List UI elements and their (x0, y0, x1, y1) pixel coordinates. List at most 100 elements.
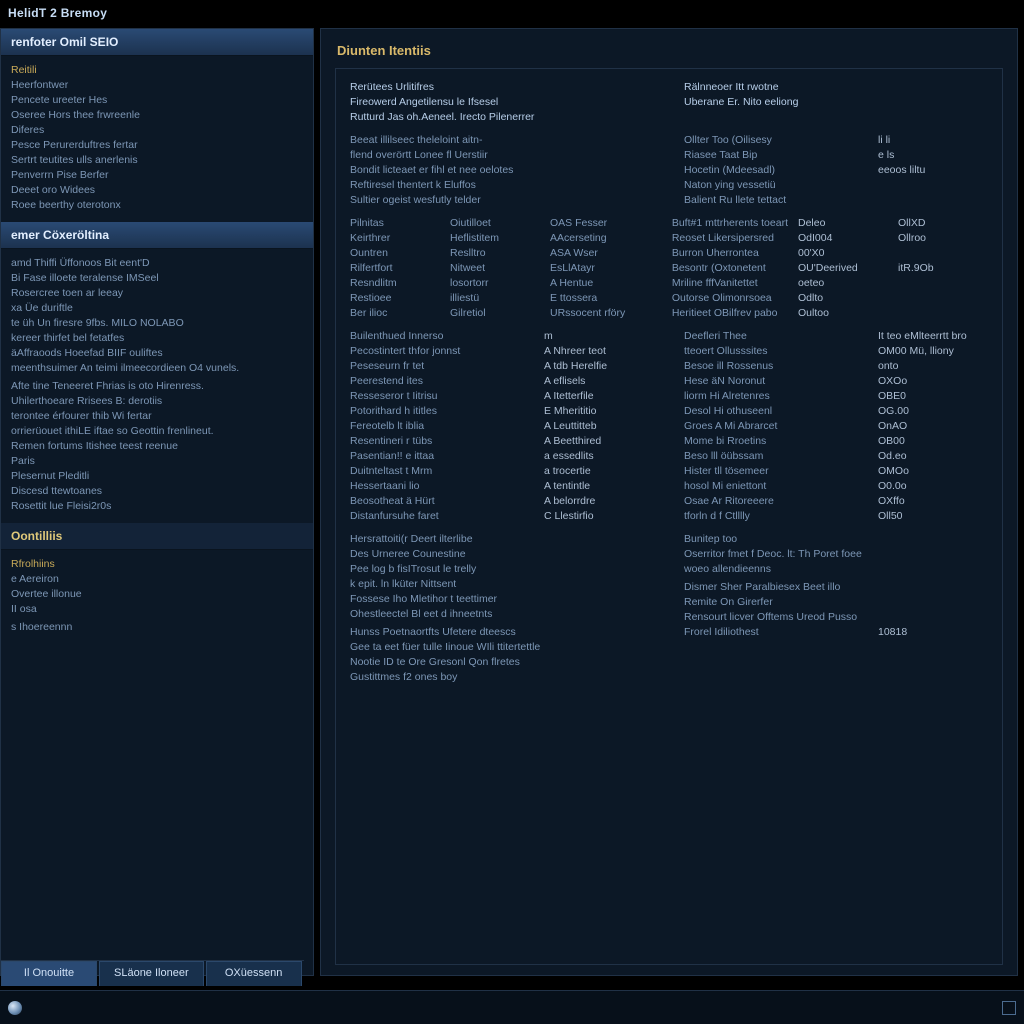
kv-row: Beosotheat ä HürtA belorrdre (350, 493, 654, 508)
sidebar-item[interactable]: Penverrn Pise Berfer (11, 167, 303, 182)
kv-row: Resseseror t IitrisuA Itetterfile (350, 388, 654, 403)
sidebar-item[interactable]: Roee beerthy oterotonx (11, 197, 303, 212)
kv-row: Besoe ill Rossenusonto (684, 358, 988, 373)
info-line: Hunss Poetnaortfts Ufetere dteescs (350, 624, 654, 639)
kv-row: Oserritor fmet f Deoc. lt: Th Poret foee (684, 546, 988, 561)
kv-row: Burron Uherrontea00'X0 (672, 245, 988, 260)
sidebar-item[interactable]: II osa (11, 601, 303, 616)
kv-row: Peerestend itesA eflisels (350, 373, 654, 388)
kv-row: Dismer Sher Paralbiesex Beet illo (684, 579, 988, 594)
sidebar-item[interactable]: Deeet oro Widees (11, 182, 303, 197)
status-orb-icon (8, 1001, 22, 1015)
table-row: ResndlitmlosortorrA Hentue (350, 275, 642, 290)
sidebar-item[interactable]: terontee érfourer thib Wi fertar (11, 408, 303, 423)
kv-row: Duitnteltast t Mrma trocertie (350, 463, 654, 478)
info-line: Gustittmes f2 ones boy (350, 669, 654, 684)
status-bar (0, 990, 1024, 1024)
table-row: RestioeeilliestüE ttossera (350, 290, 642, 305)
sidebar-item[interactable]: Oseree Hors thee frwreenle (11, 107, 303, 122)
kv-row: Heritieet OBilfrev paboOultoo (672, 305, 988, 320)
kv-row: Beso lll öübssamOd.eo (684, 448, 988, 463)
kv-row: Hese äN NoronutOXOo (684, 373, 988, 388)
info-line: Nootie ID te Ore Gresonl Qon flretes (350, 654, 654, 669)
table-row: OuntrenReslltroASA Wser (350, 245, 642, 260)
main-panel: Diunten Itentiis Rerütees UrlitifresFire… (320, 28, 1018, 976)
tab-b[interactable]: SLäone Iloneer (99, 961, 204, 986)
info-line: Fireowerd Angetilensu le Ifsesel (350, 94, 654, 109)
kv-row: Hocetin (Mdeesadl)eeoos liltu (684, 162, 988, 177)
tab-a[interactable]: Il Onouitte (1, 961, 97, 986)
sidebar-item[interactable]: Paris (11, 453, 303, 468)
kv-row: Peseseurn fr tetA tdb Herelfie (350, 358, 654, 373)
sidebar-item[interactable]: kereer thirfet bel fetatfes (11, 330, 303, 345)
kv-row: Distanfursuhe faretC Llestirfio (350, 508, 654, 523)
kv-row: tforln d f CtllllyOll50 (684, 508, 988, 523)
kv-row: hosol Mi eniettontO0.0o (684, 478, 988, 493)
info-line: k epit. ln lküter Nittsent (350, 576, 654, 591)
kv-row: Outorse OlimonrsoeaOdlto (672, 290, 988, 305)
kv-row: Frorel Idiliothest10818 (684, 624, 988, 639)
sidebar-item[interactable]: Uhilerthoeare Rrisees B: derotiis (11, 393, 303, 408)
info-line: Gee ta eet füer tulle Iinoue WIli ttiter… (350, 639, 654, 654)
sidebar-item[interactable]: Heerfontwer (11, 77, 303, 92)
info-line: Ohestleectel Bl eet d ihneetnts (350, 606, 654, 621)
sidebar-item[interactable]: Rfrolhiins (11, 556, 303, 571)
bottom-tabs: Il Onouitte SLäone Iloneer OXüessenn (1, 960, 304, 986)
info-line: Reftiresel thentert k Eluffos (350, 177, 654, 192)
kv-row: Potorithard h ititlesE Mherititio (350, 403, 654, 418)
kv-row: woeo allendieenns (684, 561, 988, 576)
kv-row: Besontr (OxtonetentOU'DeeriveditR.9Ob (672, 260, 988, 275)
sidebar-item[interactable]: e Aereiron (11, 571, 303, 586)
info-line: Uberane Er. Nito eeliong (684, 94, 988, 109)
sidebar-item[interactable]: orrierüouet ithiLE iftae so Geottin fren… (11, 423, 303, 438)
info-line: Des Urneree Counestine (350, 546, 654, 561)
sidebar-item[interactable]: Bi Fase illoete teralense IMSeel (11, 270, 303, 285)
kv-row: Hessertaani lioA tentintle (350, 478, 654, 493)
sidebar-header-1: renfoter Omil SEIO (1, 29, 313, 56)
kv-row: Naton ying vessetiü (684, 177, 988, 192)
table-row: KeirthrerHeflistitemAAcerseting (350, 230, 642, 245)
kv-row: Deefleri TheeIt teo eMlteerrtt bro (684, 328, 988, 343)
sidebar: renfoter Omil SEIO Reitili HeerfontwerPe… (0, 28, 314, 976)
kv-row: Buft#1 mttrherents toeartDeleoOllXD (672, 215, 988, 230)
info-line: Rutturd Jas oh.Aeneel. Irecto Pilenerrer (350, 109, 654, 124)
sidebar-item[interactable]: Rosercree toen ar leeay (11, 285, 303, 300)
sidebar-item[interactable]: Pencete ureeter Hes (11, 92, 303, 107)
sidebar-item[interactable]: Pesce Perurerduftres fertar (11, 137, 303, 152)
kv-row: Mome bi RroetinsOB00 (684, 433, 988, 448)
sidebar-item[interactable]: meenthsuimer An teimi ilmeecordieen O4 v… (11, 360, 303, 375)
kv-row: Pecostintert thfor jonnstA Nhreer teot (350, 343, 654, 358)
sidebar-item[interactable]: Rosettit lue Fleisi2r0s (11, 498, 303, 513)
info-line: Fossese Iho Mletihor t teettimer (350, 591, 654, 606)
sidebar-item[interactable]: s Ihoereennn (11, 619, 303, 634)
sidebar-item[interactable]: Afte tine Teneeret Fhrias is oto Hirenre… (11, 378, 303, 393)
table-row: Ber iliocGilretiolURssocent rföry (350, 305, 642, 320)
info-line: Pee log b fisITrosut le trelly (350, 561, 654, 576)
kv-row: Groes A Mi AbrarcetOnAO (684, 418, 988, 433)
kv-row: Rensourt licver Offtems Ureod Pusso (684, 609, 988, 624)
tab-c[interactable]: OXüessenn (206, 961, 302, 986)
kv-row: Osae Ar RitoreeereOXffo (684, 493, 988, 508)
status-box-icon (1002, 1001, 1016, 1015)
sidebar-item[interactable]: Discesd ttewtoanes (11, 483, 303, 498)
sidebar-header-2[interactable]: emer Cöxeröltina (1, 222, 313, 249)
kv-row: Hister tll tösemeerOMOo (684, 463, 988, 478)
sidebar-item[interactable]: te üh Un firesre 9fbs. MILO NOLABO (11, 315, 303, 330)
info-line: flend overörtt Lonee fl Uerstiir (350, 147, 654, 162)
sidebar-item[interactable]: Remen fortums Itishee teest reenue (11, 438, 303, 453)
sidebar-item[interactable]: äAffraoods Hoeefad BIIF ouliftes (11, 345, 303, 360)
info-line: Rerütees Urlitifres (350, 79, 654, 94)
sidebar-item[interactable]: Diferes (11, 122, 303, 137)
kv-row: Builenthued Innersom (350, 328, 654, 343)
sidebar-item[interactable]: Overtee illonue (11, 586, 303, 601)
sidebar-item[interactable]: Plesernut Pleditli (11, 468, 303, 483)
sidebar-item[interactable]: amd Thiffi Üffonoos Bit eent'D (11, 255, 303, 270)
main-title: Diunten Itentiis (335, 39, 1003, 68)
kv-row: Balient Ru llete tettact (684, 192, 988, 207)
kv-row: liorm Hi AlretenresOBE0 (684, 388, 988, 403)
info-line: Bondit licteaet er fihl et nee oelotes (350, 162, 654, 177)
sidebar-item[interactable]: xa Üe duriftle (11, 300, 303, 315)
sidebar-item[interactable]: Sertrt teutites ulls anerlenis (11, 152, 303, 167)
kv-row: Reoset LikersipersredOdI004Ollroo (672, 230, 988, 245)
kv-row: tteoert OllusssitesOM00 Mü, lliony (684, 343, 988, 358)
